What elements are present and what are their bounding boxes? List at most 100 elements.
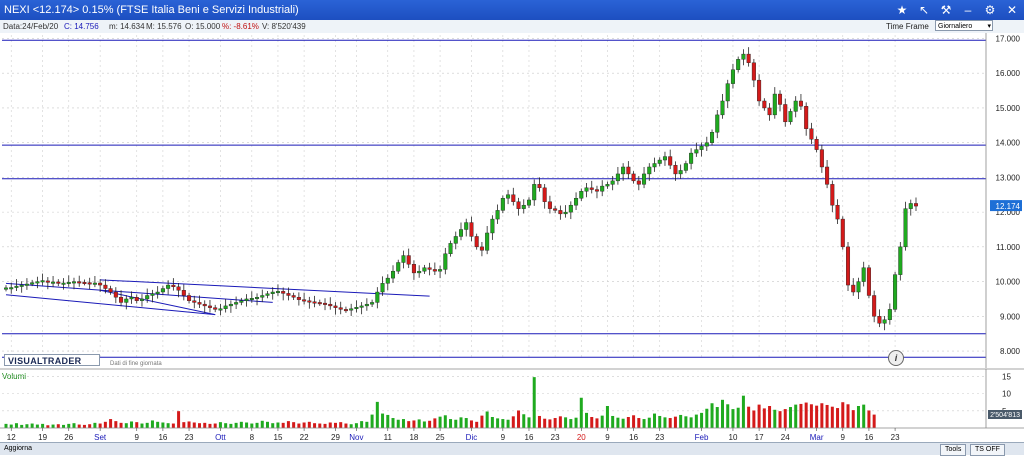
- volume-bar: [349, 424, 353, 428]
- star-icon[interactable]: ★: [894, 2, 910, 18]
- candle-body: [506, 194, 511, 199]
- candle-body: [872, 295, 877, 317]
- volume-bar: [171, 423, 175, 428]
- last-price-label: 12.174: [996, 202, 1021, 211]
- volume-bar: [292, 422, 296, 428]
- time-tick-label: 11: [384, 433, 393, 442]
- candle-body: [485, 232, 490, 251]
- volume-bar: [595, 418, 599, 428]
- candle-body: [469, 222, 474, 237]
- candle-body: [160, 288, 165, 293]
- volume-bar: [783, 409, 787, 428]
- candle-body: [751, 62, 756, 81]
- wrench-icon[interactable]: ⚒: [938, 2, 954, 18]
- candle-body: [145, 295, 150, 300]
- time-tick-label: 16: [629, 433, 638, 442]
- volume-bar: [417, 419, 421, 428]
- candle-body: [307, 300, 312, 303]
- candle-body: [453, 236, 458, 244]
- candle-body: [14, 285, 19, 288]
- volume-bar: [135, 422, 139, 428]
- volume-bar: [156, 421, 160, 428]
- candle-body: [448, 243, 453, 255]
- volume-bar: [532, 377, 536, 428]
- candle-body: [3, 287, 8, 290]
- dash-icon[interactable]: –: [960, 2, 976, 18]
- candle-body: [108, 288, 113, 293]
- volume-bar: [511, 416, 515, 428]
- volume-bar: [585, 412, 589, 428]
- volume-bar: [265, 421, 269, 428]
- price-chart-svg[interactable]: 17.00016.00015.00014.00013.00012.00011.0…: [0, 33, 1024, 454]
- candle-body: [427, 267, 432, 270]
- volume-bar: [579, 397, 583, 428]
- volume-bar: [815, 405, 819, 428]
- time-tick-label: 9: [841, 433, 846, 442]
- time-tick-label: 16: [525, 433, 534, 442]
- volume-bar: [286, 421, 290, 428]
- volume-bar: [145, 422, 149, 428]
- volume-bar: [590, 417, 594, 428]
- info-icon[interactable]: i: [888, 350, 904, 366]
- volume-bar: [14, 423, 18, 428]
- candle-body: [265, 293, 270, 296]
- volume-bar: [271, 423, 275, 428]
- timeframe-select[interactable]: Giornaliero ▾: [935, 20, 993, 31]
- candle-body: [683, 163, 688, 171]
- info-close: C: 14.756: [64, 22, 99, 31]
- ts-off-button[interactable]: TS OFF: [970, 444, 1005, 456]
- candle-body: [113, 291, 118, 298]
- candle-body: [610, 180, 615, 185]
- candle-body: [914, 203, 919, 207]
- time-tick-label: 15: [274, 433, 283, 442]
- volume-bar: [799, 403, 803, 428]
- candle-body: [328, 303, 333, 307]
- candle-body: [479, 246, 484, 251]
- volume-bar: [46, 425, 50, 428]
- candle-body: [338, 307, 343, 310]
- volume-bar: [867, 410, 871, 428]
- candle-body: [819, 149, 824, 168]
- candle-body: [317, 302, 322, 305]
- refresh-label[interactable]: Aggiorna: [4, 443, 32, 455]
- volume-bar: [658, 415, 662, 428]
- price-tick-label: 10.000: [996, 278, 1021, 287]
- volume-bar: [647, 417, 651, 428]
- chart-area[interactable]: 17.000 16.000 15.000 14.000 13.000 12.000 11.0…: [0, 33, 1024, 454]
- volume-bar: [339, 422, 343, 428]
- tools-button[interactable]: Tools: [940, 444, 967, 456]
- candle-body: [302, 299, 307, 302]
- candle-body: [720, 100, 725, 116]
- volume-bar: [773, 409, 777, 428]
- candle-body: [694, 149, 699, 154]
- volume-bar: [276, 422, 280, 428]
- candle-body: [563, 211, 568, 215]
- candle-body: [594, 189, 599, 192]
- candle-body: [830, 184, 835, 206]
- volume-bar: [752, 410, 756, 428]
- volume-bar: [605, 406, 609, 428]
- candle-body: [98, 282, 103, 286]
- candle-body: [767, 107, 772, 116]
- candle-body: [631, 173, 636, 182]
- candle-body: [417, 270, 422, 274]
- candle-body: [673, 165, 678, 175]
- volume-bar: [548, 419, 552, 428]
- volume-bar: [846, 404, 850, 428]
- volume-bar: [825, 404, 829, 428]
- time-tick-label: 23: [891, 433, 900, 442]
- gear-icon[interactable]: ⚙: [982, 2, 998, 18]
- volume-bar: [710, 403, 714, 428]
- volume-bar: [25, 424, 29, 428]
- close-icon[interactable]: ✕: [1004, 2, 1020, 18]
- candle-body: [375, 291, 380, 303]
- volume-bar: [428, 420, 432, 428]
- time-tick-label: 9: [501, 433, 506, 442]
- candle-body: [45, 280, 50, 283]
- candle-body: [296, 297, 301, 300]
- info-min: m: 14.634: [109, 22, 145, 31]
- candle-body: [244, 298, 249, 301]
- arrow-upleft-icon[interactable]: ↖: [916, 2, 932, 18]
- candle-body: [349, 308, 354, 311]
- candle-body: [642, 173, 647, 185]
